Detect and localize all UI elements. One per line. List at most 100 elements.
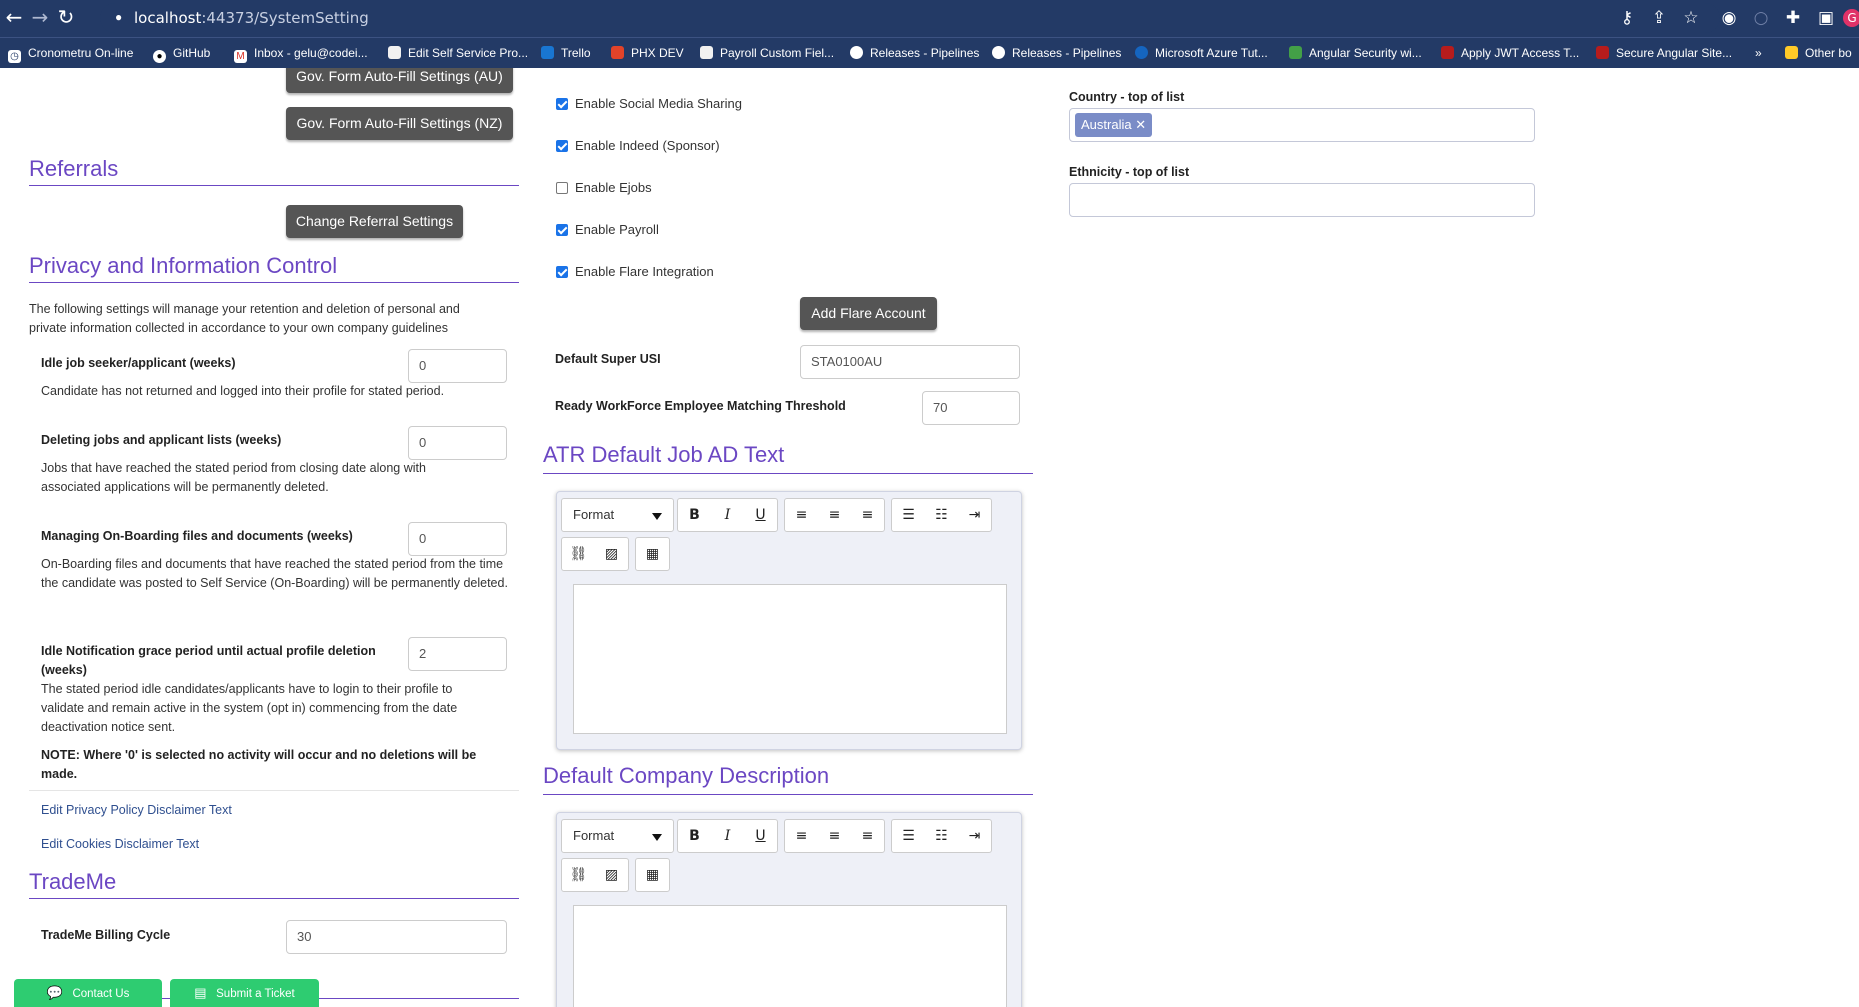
bookmark-label: PHX DEV [631,46,684,60]
flare-checkbox[interactable] [556,266,568,278]
puzzle-icon[interactable]: ✚ [1782,7,1804,29]
billing-cycle-input[interactable]: 30 [286,920,507,954]
bookmark-phx-dev[interactable]: PHX DEV [611,44,684,62]
align-center-icon[interactable]: ≡ [818,820,851,852]
bookmark-github[interactable]: ● GitHub [153,44,210,63]
globe-icon [992,46,1005,59]
image-icon[interactable]: ▨ [595,538,628,570]
align-right-icon[interactable]: ≡ [851,499,884,531]
image-icon[interactable]: ▨ [595,859,628,891]
chat-icon: 💬 [46,985,63,1000]
social-media-label: Enable Social Media Sharing [575,96,742,111]
edit-privacy-link[interactable]: Edit Privacy Policy Disclaimer Text [41,803,232,817]
url-text[interactable]: localhost:44373/SystemSetting [134,9,369,27]
idle-seeker-input[interactable]: 0 [408,349,507,383]
numbered-list-icon[interactable]: ☷ [925,820,958,852]
italic-icon[interactable]: I [711,499,744,531]
numbered-list-icon[interactable]: ☷ [925,499,958,531]
contact-us-button[interactable]: 💬 Contact Us [14,979,162,1007]
underline-icon[interactable]: U [744,499,777,531]
super-usi-input[interactable]: STA0100AU [800,345,1020,379]
payroll-label: Enable Payroll [575,222,659,237]
bookmark-cronometru[interactable]: ◷ Cronometru On-line [8,44,133,63]
star-icon[interactable]: ☆ [1680,7,1702,29]
format-dropdown[interactable]: Format [561,819,674,853]
ejobs-checkbox[interactable] [556,182,568,194]
align-center-icon[interactable]: ≡ [818,499,851,531]
bookmark-releases-1[interactable]: Releases - Pipelines [850,44,979,62]
insert-group: ⛓ ▨ [561,537,629,571]
share-icon[interactable]: ⇪ [1648,7,1670,29]
social-media-checkbox[interactable] [556,98,568,110]
atr-text-area[interactable] [573,584,1007,734]
bookmark-self-service[interactable]: Edit Self Service Pro... [388,44,528,62]
back-icon[interactable]: ← [3,6,25,28]
table-icon[interactable]: ▦ [636,859,669,891]
list-group: ☰ ☷ ⇥ [891,819,992,853]
grace-period-desc: The stated period idle candidates/applic… [41,682,458,734]
extension-circle-icon[interactable]: ◉ [1718,7,1740,29]
deleting-jobs-input[interactable]: 0 [408,426,507,460]
remove-tag-icon[interactable]: ✕ [1135,117,1146,132]
bullet-list-icon[interactable]: ☰ [892,499,925,531]
forward-icon[interactable]: → [29,6,51,28]
extension-ring-icon[interactable]: ○ [1750,7,1772,29]
atr-title: ATR Default Job AD Text [543,442,1033,474]
bookmark-other[interactable]: Other bo [1785,44,1852,62]
grace-period-input[interactable]: 2 [408,637,507,671]
bookmark-angular-security[interactable]: Angular Security wi... [1289,44,1422,62]
bookmark-label: Releases - Pipelines [870,46,980,60]
underline-icon[interactable]: U [744,820,777,852]
profile-avatar[interactable]: G [1843,9,1859,27]
bookmark-azure[interactable]: Microsoft Azure Tut... [1135,44,1268,62]
bookmark-label: Cronometru On-line [28,46,134,60]
link-icon[interactable]: ⛓ [562,859,595,891]
bold-icon[interactable]: B [678,820,711,852]
folder-icon [1785,46,1798,59]
indent-icon[interactable]: ⇥ [958,820,991,852]
align-left-icon[interactable]: ≡ [785,820,818,852]
submit-ticket-button[interactable]: ▤ Submit a Ticket [170,979,319,1007]
indent-icon[interactable]: ⇥ [958,499,991,531]
bookmark-trello[interactable]: Trello [541,44,591,62]
ethnicity-select[interactable] [1069,183,1535,217]
company-text-area[interactable] [573,905,1007,1007]
onboarding-label: Managing On-Boarding files and documents… [41,529,353,543]
country-select[interactable]: Australia ✕ [1069,108,1535,142]
extension-icon [1289,46,1302,59]
align-group: ≡ ≡ ≡ [784,819,885,853]
gov-nz-button[interactable]: Gov. Form Auto-Fill Settings (NZ) [286,107,513,140]
reload-icon[interactable]: ↻ [55,6,77,28]
payroll-checkbox[interactable] [556,224,568,236]
bookmark-releases-2[interactable]: Releases - Pipelines [992,44,1121,62]
table-icon[interactable]: ▦ [636,538,669,570]
bullet-list-icon[interactable]: ☰ [892,820,925,852]
bookmark-inbox[interactable]: M Inbox - gelu@codei... [234,44,368,63]
change-referral-button[interactable]: Change Referral Settings [286,205,463,238]
edit-cookies-link[interactable]: Edit Cookies Disclaimer Text [41,837,199,851]
bookmark-label: Edit Self Service Pro... [408,46,529,60]
align-left-icon[interactable]: ≡ [785,499,818,531]
bookmark-secure-angular[interactable]: Secure Angular Site... [1596,44,1732,62]
bold-icon[interactable]: B [678,499,711,531]
ticket-icon: ▤ [194,985,207,1000]
format-dropdown[interactable]: Format [561,498,674,532]
privacy-intro: The following settings will manage your … [29,302,460,335]
link-icon[interactable]: ⛓ [562,538,595,570]
onboarding-input[interactable]: 0 [408,522,507,556]
bookmarks-overflow[interactable]: » [1755,44,1762,62]
settings-page: Gov. Form Auto-Fill Settings (AU) Gov. F… [0,68,1859,1007]
side-panel-icon[interactable]: ▣ [1815,7,1837,29]
align-right-icon[interactable]: ≡ [851,820,884,852]
bookmark-jwt[interactable]: Apply JWT Access T... [1441,44,1579,62]
italic-icon[interactable]: I [711,820,744,852]
bookmark-payroll[interactable]: Payroll Custom Fiel... [700,44,834,62]
add-flare-button[interactable]: Add Flare Account [800,297,937,330]
bookmarks-bar: ◷ Cronometru On-line ● GitHub M Inbox - gel… [0,37,1859,68]
key-icon[interactable]: ⚷ [1616,7,1638,29]
indeed-checkbox[interactable] [556,140,568,152]
gov-au-button[interactable]: Gov. Form Auto-Fill Settings (AU) [286,68,513,93]
info-icon[interactable]: ● [115,10,122,24]
country-tag[interactable]: Australia ✕ [1075,113,1153,137]
threshold-input[interactable]: 70 [922,391,1020,425]
